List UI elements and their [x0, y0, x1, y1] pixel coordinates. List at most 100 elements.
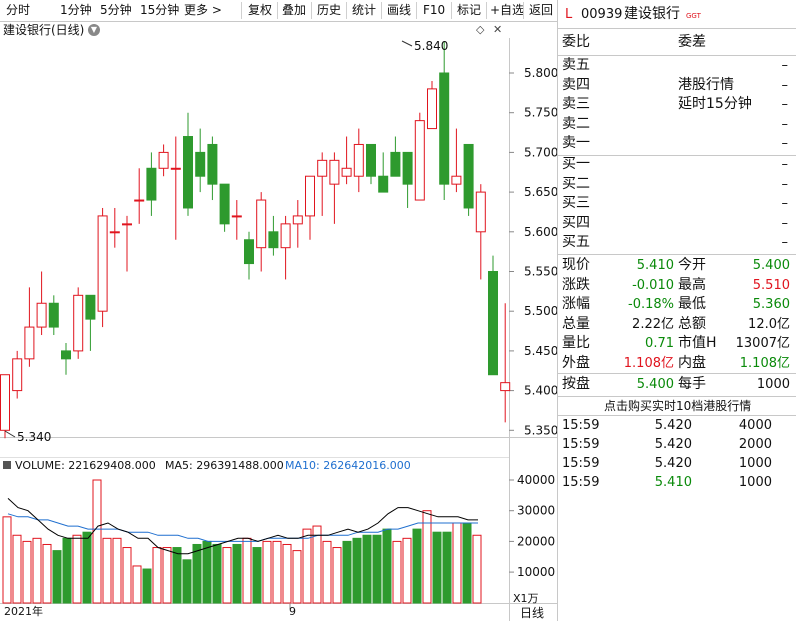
candle[interactable]: [231, 200, 242, 240]
volume-bar: [52, 550, 62, 604]
candle[interactable]: [341, 136, 352, 185]
volume-bar: [252, 547, 262, 604]
back-button[interactable]: 返回: [529, 0, 553, 21]
candle[interactable]: [24, 287, 35, 367]
volume-bar: [332, 547, 342, 604]
candle[interactable]: [219, 183, 230, 232]
candle[interactable]: [109, 207, 120, 248]
candle[interactable]: [329, 152, 340, 224]
candle[interactable]: [170, 136, 181, 240]
candle-body: [305, 175, 315, 217]
more-periods-button[interactable]: 更多 >: [184, 0, 222, 21]
fuquan-button[interactable]: 复权: [248, 0, 272, 21]
candle[interactable]: [97, 207, 108, 328]
stat-value: 1.108亿: [623, 355, 674, 371]
tick-price: 5.420: [654, 456, 692, 471]
candle[interactable]: [73, 287, 84, 359]
stat-value: 2.22亿: [632, 316, 674, 332]
buy-realtime-link[interactable]: 点击购买实时10档港股行情: [604, 397, 751, 416]
candle[interactable]: [439, 41, 450, 201]
candle[interactable]: [158, 144, 169, 177]
candle[interactable]: [268, 215, 279, 256]
toolbar-divider: [523, 2, 524, 19]
candle[interactable]: [427, 80, 437, 130]
bid-level-label: 买三: [562, 195, 590, 211]
tab-fenshi[interactable]: 分时: [6, 0, 30, 21]
add-watchlist-button[interactable]: +自选: [490, 0, 524, 21]
candle[interactable]: [451, 128, 462, 193]
candle[interactable]: [366, 143, 376, 185]
candle[interactable]: [48, 295, 59, 336]
candle[interactable]: [488, 255, 498, 376]
history-button[interactable]: 历史: [317, 0, 341, 21]
candle[interactable]: [61, 342, 71, 375]
candlestick-chart[interactable]: 5.800 5.750 5.700 5.650 5.600 5.550 5.500 5.450…: [0, 21, 557, 621]
mark-button[interactable]: 标记: [457, 0, 481, 21]
divider: [558, 254, 796, 255]
ask-level-volume: –: [781, 116, 789, 132]
price-tick-label: 5.800: [524, 66, 557, 80]
candle[interactable]: [12, 350, 23, 399]
candle-body: [268, 231, 279, 249]
candle[interactable]: [134, 168, 145, 224]
candle[interactable]: [183, 112, 193, 216]
candle[interactable]: [244, 231, 254, 280]
ask-level-label: 卖四: [562, 76, 590, 93]
volume-bar: [392, 540, 402, 604]
statistics-button[interactable]: 统计: [352, 0, 376, 21]
bid-level-label: 买四: [562, 214, 590, 231]
volume-legend-value: VOLUME: 221629408.000: [15, 459, 156, 472]
volume-bar: [262, 540, 272, 604]
candle-body: [24, 326, 35, 360]
candle-body: [451, 175, 462, 185]
candle-body: [195, 151, 206, 177]
candle-body: [146, 167, 157, 201]
candle[interactable]: [402, 151, 413, 208]
stat-value: -0.18%: [628, 297, 674, 312]
candle[interactable]: [463, 143, 474, 216]
candle-body: [231, 215, 242, 218]
candle[interactable]: [317, 152, 328, 216]
candle[interactable]: [378, 152, 389, 193]
candle[interactable]: [353, 128, 364, 193]
volume-bar: [462, 522, 472, 604]
candle[interactable]: [280, 215, 291, 280]
ask-level-volume: –: [781, 77, 789, 93]
stat-label: 现价: [562, 257, 590, 273]
candle[interactable]: [85, 294, 96, 351]
candle[interactable]: [256, 192, 267, 272]
volume-bar: [342, 540, 352, 604]
candle[interactable]: [500, 303, 511, 423]
tab-5min[interactable]: 5分钟: [100, 0, 132, 21]
candle[interactable]: [414, 112, 425, 201]
candle[interactable]: [146, 152, 157, 216]
overlay-button[interactable]: 叠加: [282, 0, 306, 21]
candle[interactable]: [0, 374, 10, 439]
lot-size-value: 1000: [756, 377, 790, 392]
volume-bar: [32, 537, 42, 604]
stat-value: 5.410: [636, 258, 674, 273]
tab-15min[interactable]: 15分钟: [140, 0, 179, 21]
toolbar-divider: [486, 2, 487, 19]
candle[interactable]: [207, 136, 218, 201]
candle[interactable]: [390, 136, 401, 177]
candle[interactable]: [122, 215, 132, 272]
draw-line-button[interactable]: 画线: [387, 0, 411, 21]
volume-bar: [222, 547, 232, 604]
volume-bar: [42, 543, 52, 604]
quote-panel: L 00939 建设银行 GGT 委比 委差 卖五 – 卖四 港股行情 – 卖三 延时15分…: [557, 0, 796, 621]
stock-name: 建设银行: [624, 6, 680, 22]
candle-body: [48, 302, 59, 328]
candle[interactable]: [292, 200, 303, 248]
period-label[interactable]: 日线: [520, 606, 544, 620]
volume-bar: [402, 537, 412, 604]
candle[interactable]: [36, 271, 47, 336]
lot-size-label: 每手: [678, 376, 706, 392]
f10-button[interactable]: F10: [423, 0, 445, 21]
volume-bar: [352, 537, 362, 604]
candle[interactable]: [195, 128, 206, 193]
candle[interactable]: [475, 184, 486, 280]
tab-1min[interactable]: 1分钟: [60, 0, 92, 21]
volume-tick-label: 20000: [517, 534, 555, 548]
candle[interactable]: [305, 175, 315, 240]
